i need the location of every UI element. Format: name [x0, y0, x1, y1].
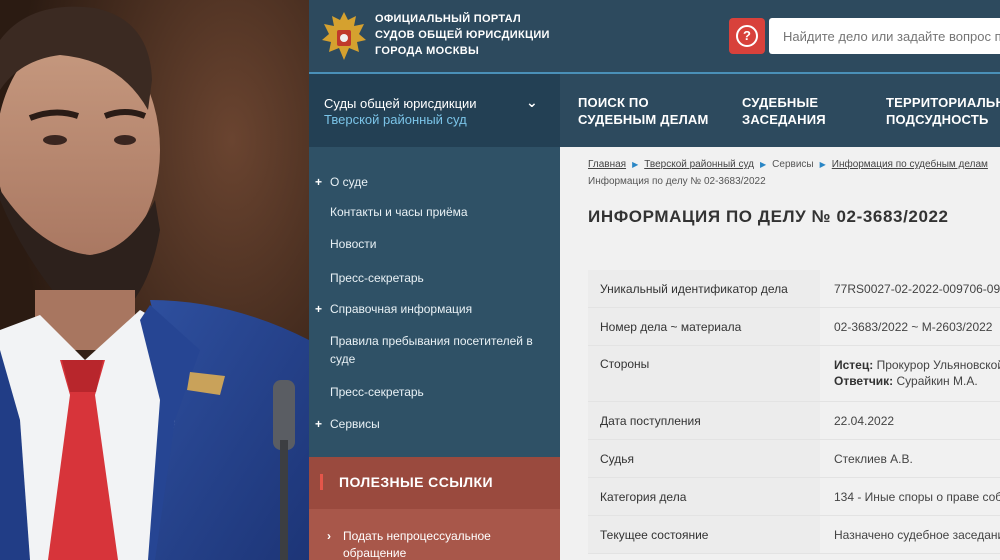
nav-court-hearings[interactable]: Судебные заседания [742, 94, 826, 128]
court-name-label: Тверской районный суд [324, 112, 467, 127]
row-value: 134 - Иные споры о праве собс [834, 490, 1000, 504]
row-value-parties: Истец: Прокурор Ульяновской Ответчик: Су… [820, 346, 1000, 401]
chevron-right-icon: ▶ [760, 160, 767, 169]
expand-plus-icon: + [315, 175, 323, 189]
chevron-right-icon: ▶ [632, 160, 639, 169]
portrait-photo [0, 0, 309, 560]
table-row: Дата поступления 22.04.2022 [588, 402, 1000, 440]
chevron-down-icon: ⌄ [526, 94, 538, 110]
row-key: Стороны [588, 346, 820, 401]
sidebar-item-label: Контакты и часы приёма [330, 205, 468, 219]
row-value: 77RS0027-02-2022-009706-09 [834, 282, 1000, 296]
portal-title[interactable]: Официальный портал судов общей юрисдикци… [375, 11, 550, 59]
portal-title-line1: Официальный портал [375, 13, 522, 25]
breadcrumb-current: Информация по делу № 02-3683/2022 [588, 176, 766, 187]
breadcrumb-case-info[interactable]: Информация по судебным делам [832, 159, 988, 170]
sidebar-item-label: О суде [330, 175, 368, 189]
sidebar-item-label: Новости [330, 237, 377, 251]
row-key: Судья [588, 440, 820, 477]
table-row: Судья Стеклиев А.В. [588, 440, 1000, 478]
defendant-label: Ответчик: [834, 374, 894, 388]
search-input[interactable] [769, 18, 1000, 54]
nav-court-hearings-line1: Судебные [742, 95, 819, 110]
sidebar-item-label: Пресс-секретарь [330, 385, 424, 399]
defendant-value: Сурайкин М.А. [896, 374, 978, 388]
russian-coat-of-arms-icon[interactable] [319, 8, 369, 64]
useful-link-label: Подать непроцессуальное обращение [343, 529, 491, 560]
nav-court-hearings-line2: заседания [742, 112, 826, 127]
main-navigation: Суды общей юрисдикции Тверской районный … [309, 72, 1000, 156]
row-value: Назначено судебное заседание [834, 528, 1000, 542]
plaintiff-label: Истец: [834, 358, 874, 372]
sidebar-item-label: Справочная информация [330, 302, 473, 316]
row-key: Номер дела ~ материала [588, 308, 820, 345]
expand-plus-icon: + [315, 302, 323, 316]
nav-jurisdiction[interactable]: Территориальная подсудность [886, 94, 1000, 128]
row-key: Уникальный идентификатор дела [588, 270, 820, 307]
portal-header: Официальный портал судов общей юрисдикци… [309, 0, 1000, 72]
useful-links-header: Полезные ссылки [309, 457, 560, 509]
sidebar-item-label: Пресс-секретарь [330, 271, 424, 285]
nav-jurisdiction-line2: подсудность [886, 112, 989, 127]
page-title: Информация по делу № 02-3683/2022 [588, 207, 949, 226]
row-value: 22.04.2022 [834, 414, 895, 428]
nav-jurisdiction-line1: Территориальная [886, 95, 1000, 110]
sidebar-menu: + О суде Контакты и часы приёма Новости … [309, 147, 560, 457]
table-row: Уникальный идентификатор дела 77RS0027-0… [588, 270, 1000, 308]
breadcrumb-home[interactable]: Главная [588, 159, 626, 170]
table-row: Номер дела ~ материала 02-3683/2022 ~ М-… [588, 308, 1000, 346]
chevron-right-icon: ▶ [819, 160, 826, 169]
nav-case-search-line2: судебным делам [578, 112, 709, 127]
row-value: Стеклиев А.В. [834, 452, 913, 466]
breadcrumb-services[interactable]: Сервисы [772, 159, 813, 170]
expand-plus-icon: + [315, 417, 323, 431]
breadcrumb-court[interactable]: Тверской районный суд [644, 159, 754, 170]
court-portal-page: Официальный портал судов общей юрисдикци… [309, 0, 1000, 560]
useful-links-title: Полезные ссылки [339, 474, 493, 490]
row-key: Дата поступления [588, 402, 820, 439]
row-value: 02-3683/2022 ~ М-2603/2022 [834, 320, 993, 334]
row-key: Текущее состояние [588, 516, 820, 553]
portal-title-line2: судов общей юрисдикции [375, 29, 550, 41]
plaintiff-value: Прокурор Ульяновской [876, 358, 1000, 372]
question-circle-icon: ? [736, 25, 758, 47]
accent-bar [320, 474, 323, 490]
nav-case-search-line1: Поиск по [578, 95, 649, 110]
useful-links-block: Полезные ссылки › Подать непроцессуально… [309, 457, 560, 560]
nav-case-search[interactable]: Поиск по судебным делам [578, 94, 709, 128]
court-type-label: Суды общей юрисдикции [324, 96, 477, 111]
help-button[interactable]: ? [729, 18, 765, 54]
sidebar-item-label: Правила пребывания посетителей в суде [330, 334, 533, 366]
table-row: Стороны Истец: Прокурор Ульяновской Отве… [588, 346, 1000, 402]
breadcrumb: Главная ▶ Тверской районный суд ▶ Сервисы ▶ Ин… [588, 156, 1000, 190]
chevron-right-icon: › [327, 529, 331, 543]
court-selector[interactable]: Суды общей юрисдикции Тверской районный … [309, 74, 560, 156]
table-row: Текущее состояние Назначено судебное зас… [588, 516, 1000, 554]
sidebar-item-label: Сервисы [330, 417, 380, 431]
main-content: Главная ▶ Тверской районный суд ▶ Сервисы ▶ Ин… [560, 147, 1000, 560]
row-key: Категория дела [588, 478, 820, 515]
table-row: Категория дела 134 - Иные споры о праве … [588, 478, 1000, 516]
portal-title-line3: города Москвы [375, 45, 480, 57]
